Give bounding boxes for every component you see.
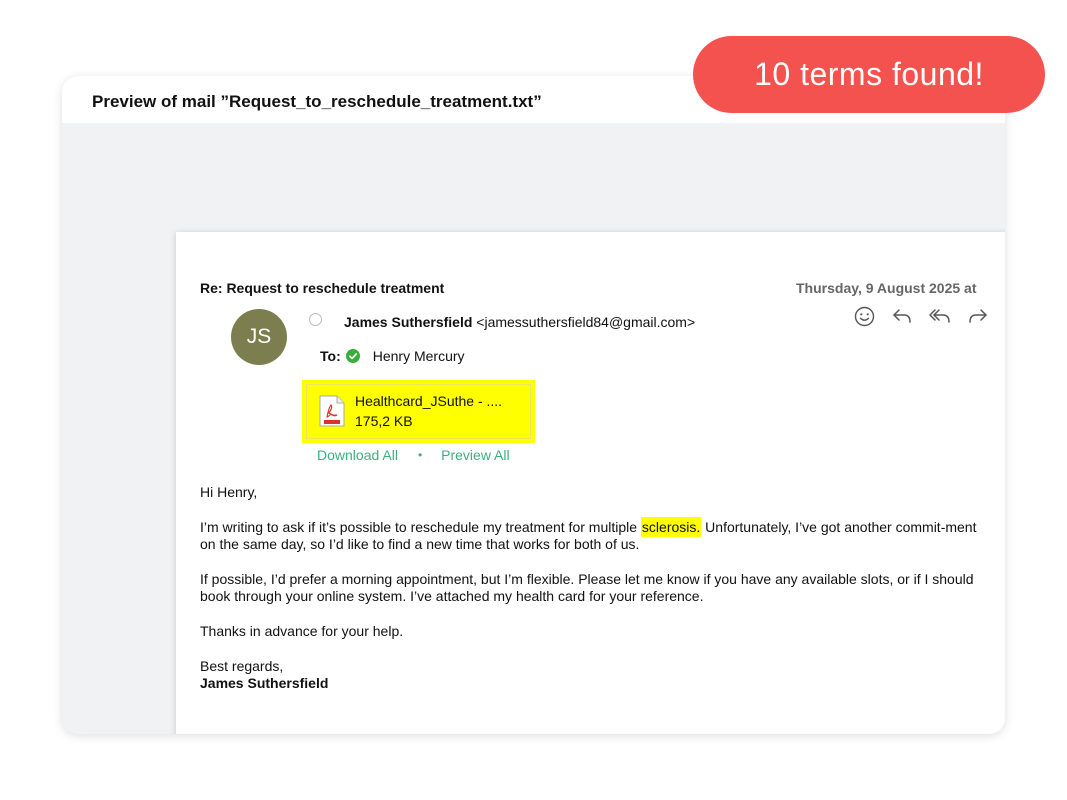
attachment-links: Download All • Preview All	[317, 447, 510, 463]
sender-name: James Suthersfield	[344, 314, 473, 330]
signature: James Suthersfield	[200, 675, 329, 691]
mail-actions	[852, 304, 990, 328]
sender-line: James Suthersfield <jamessuthersfield84@…	[344, 314, 695, 330]
attachment-size: 175,2 KB	[355, 413, 413, 429]
forward-icon[interactable]	[966, 304, 990, 328]
window-title: Preview of mail ”Request_to_reschedule_t…	[92, 92, 542, 111]
closing-block: Best regards, James Suthersfield	[200, 658, 990, 692]
download-all-link[interactable]: Download All	[317, 447, 398, 463]
avatar: JS	[231, 309, 287, 365]
terms-found-text: 10 terms found!	[754, 56, 984, 92]
terms-found-badge: 10 terms found!	[693, 36, 1045, 113]
closing: Best regards,	[200, 658, 284, 674]
verified-check-icon	[345, 349, 360, 363]
attachment-inner: Healthcard_JSuthe - .... 175,2 KB	[306, 384, 531, 439]
preview-all-link[interactable]: Preview All	[441, 447, 509, 463]
p1-before: I’m writing to ask if it’s possible to r…	[200, 519, 641, 535]
to-row: To: Henry Mercury	[320, 348, 465, 364]
mail-subject: Re: Request to reschedule treatment	[200, 280, 445, 296]
pdf-file-icon	[319, 395, 345, 427]
avatar-initials: JS	[246, 325, 272, 348]
reply-all-icon[interactable]	[928, 304, 952, 328]
greeting: Hi Henry,	[200, 484, 258, 500]
smiley-icon[interactable]	[852, 304, 876, 328]
select-radio[interactable]	[309, 313, 322, 326]
highlighted-term: sclerosis.	[640, 517, 702, 537]
body-paragraph-2: If possible, I’d prefer a morning appoin…	[200, 571, 974, 604]
mail-date: Thursday, 9 August 2025 at	[796, 280, 977, 296]
to-label: To:	[320, 348, 341, 364]
link-separator: •	[417, 448, 423, 462]
mail-card: Re: Request to reschedule treatment Thur…	[176, 232, 1005, 734]
mail-body: Hi Henry, I’m writing to ask if it’s pos…	[200, 484, 990, 692]
attachment-name: Healthcard_JSuthe - ....	[355, 393, 503, 409]
body-paragraph-3: Thanks in advance for your help.	[200, 623, 404, 639]
mail-preview-window: Preview of mail ”Request_to_reschedule_t…	[62, 76, 1005, 734]
sender-email: <jamessuthersfield84@gmail.com>	[476, 314, 696, 330]
body-paragraph-1: I’m writing to ask if it’s possible to r…	[200, 517, 990, 553]
attachment-card[interactable]: Healthcard_JSuthe - .... 175,2 KB	[302, 380, 535, 443]
recipient-name: Henry Mercury	[372, 348, 465, 364]
reply-icon[interactable]	[890, 304, 914, 328]
